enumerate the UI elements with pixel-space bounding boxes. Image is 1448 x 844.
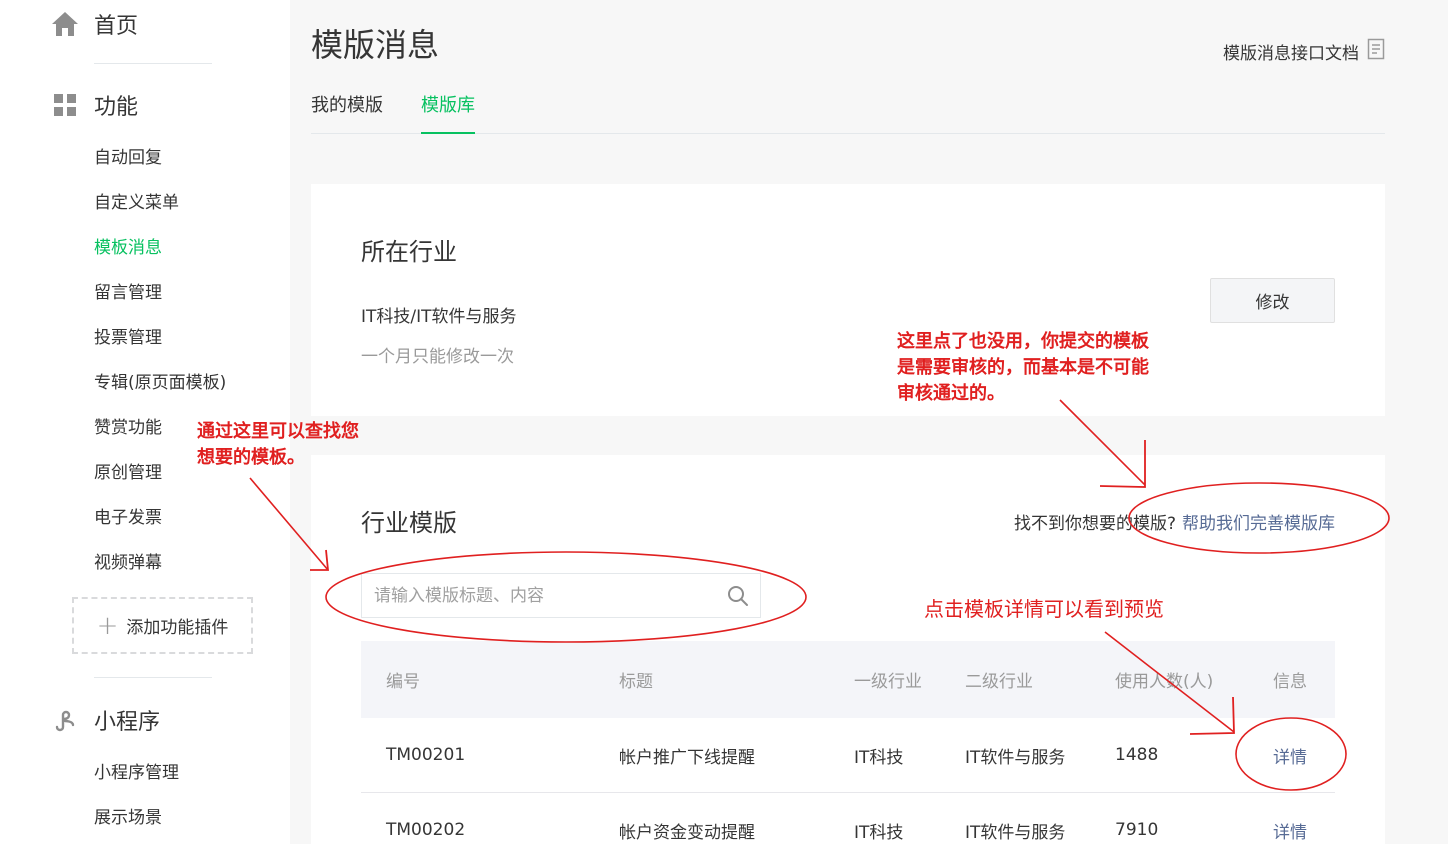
- column-header: 二级行业: [965, 672, 1033, 692]
- miniprogram-icon: [50, 705, 80, 735]
- api-doc-link[interactable]: 模版消息接口文档: [1223, 38, 1385, 65]
- search-input[interactable]: [362, 574, 712, 617]
- sidebar-item-miniprogram-manage[interactable]: 小程序管理: [94, 761, 179, 785]
- industry-heading: 所在行业: [361, 238, 457, 266]
- detail-link[interactable]: 详情: [1273, 718, 1307, 792]
- cell-title: 帐户推广下线提醒: [619, 747, 755, 768]
- sidebar-functions-label: 功能: [94, 95, 139, 120]
- page-title: 模版消息: [311, 26, 440, 64]
- annotation-line: 这里点了也没用，你提交的模板: [897, 331, 1149, 352]
- sidebar-item-album[interactable]: 专辑(原页面模板): [94, 371, 226, 395]
- add-plugin-button[interactable]: + 添加功能插件: [72, 597, 253, 654]
- cell-title: 帐户资金变动提醒: [619, 822, 755, 843]
- add-plugin-label: 添加功能插件: [126, 618, 229, 638]
- cell-id: TM00201: [386, 745, 466, 765]
- industry-templates-card: 行业模版 找不到你想要的模版? 帮助我们完善模版库 编号 标题 一级行业 二级行业…: [311, 455, 1385, 844]
- table-header: 编号 标题 一级行业 二级行业 使用人数(人) 信息: [361, 641, 1335, 718]
- sidebar-item-display-scene[interactable]: 展示场景: [94, 806, 162, 830]
- detail-link[interactable]: 详情: [1273, 793, 1307, 844]
- main-content: 模版消息 模版消息接口文档 我的模版 模版库 所在行业 IT科技/IT软件与服务…: [290, 0, 1448, 844]
- sidebar-miniprogram[interactable]: 小程序: [50, 702, 160, 738]
- search-box: [361, 573, 761, 618]
- tab-bar: 我的模版 模版库: [311, 92, 1385, 134]
- api-doc-link-label: 模版消息接口文档: [1223, 44, 1359, 64]
- annotation-modify-note: 这里点了也没用，你提交的模板 是需要审核的，而基本是不可能 审核通过的。: [897, 329, 1149, 407]
- sidebar-functions[interactable]: 功能: [50, 87, 138, 123]
- cell-users: 1488: [1115, 745, 1159, 765]
- column-header: 使用人数(人): [1115, 672, 1214, 692]
- sidebar-divider: [94, 63, 212, 64]
- sidebar-item-invoice[interactable]: 电子发票: [94, 506, 162, 530]
- annotation-detail-note: 点击模板详情可以看到预览: [924, 597, 1164, 621]
- table-row: TM00201 帐户推广下线提醒 IT科技 IT软件与服务 1488 详情: [361, 718, 1335, 793]
- annotation-line: 是需要审核的，而基本是不可能: [897, 357, 1149, 378]
- templates-heading: 行业模版: [361, 509, 457, 537]
- industry-value: IT科技/IT软件与服务: [361, 307, 517, 327]
- sidebar-home[interactable]: 首页: [50, 6, 138, 42]
- modify-button[interactable]: 修改: [1210, 278, 1335, 323]
- sidebar-item-votes[interactable]: 投票管理: [94, 326, 162, 350]
- help-question: 找不到你想要的模版?: [1013, 514, 1176, 534]
- sidebar-miniprogram-label: 小程序: [94, 710, 161, 735]
- table-row: TM00202 帐户资金变动提醒 IT科技 IT软件与服务 7910 详情: [361, 793, 1335, 844]
- sidebar-item-comments[interactable]: 留言管理: [94, 281, 162, 305]
- templates-table: 编号 标题 一级行业 二级行业 使用人数(人) 信息 TM00201 帐户推广下…: [361, 641, 1335, 844]
- sidebar-item-auto-reply[interactable]: 自动回复: [94, 146, 162, 170]
- help-text: 找不到你想要的模版? 帮助我们完善模版库: [1014, 509, 1335, 534]
- column-header: 信息: [1273, 672, 1307, 692]
- cell-industry1: IT科技: [854, 822, 904, 843]
- improve-library-link[interactable]: 帮助我们完善模版库: [1182, 514, 1335, 534]
- column-header: 标题: [619, 672, 653, 692]
- grid-icon: [50, 90, 80, 120]
- sidebar-item-original[interactable]: 原创管理: [94, 461, 162, 485]
- home-icon: [50, 9, 80, 39]
- cell-industry2: IT软件与服务: [965, 747, 1066, 768]
- industry-note: 一个月只能修改一次: [361, 347, 514, 367]
- sidebar-divider: [94, 677, 212, 678]
- sidebar-item-custom-menu[interactable]: 自定义菜单: [94, 191, 179, 215]
- tab-template-library[interactable]: 模版库: [421, 92, 475, 134]
- plus-icon: +: [96, 610, 119, 641]
- document-icon: [1367, 38, 1385, 65]
- cell-industry1: IT科技: [854, 747, 904, 768]
- annotation-line: 想要的模板。: [197, 447, 305, 468]
- tab-my-templates[interactable]: 我的模版: [311, 92, 383, 132]
- annotation-search-note: 通过这里可以查找您 想要的模板。: [197, 419, 359, 471]
- sidebar-item-danmaku[interactable]: 视频弹幕: [94, 551, 162, 575]
- sidebar-item-reward[interactable]: 赞赏功能: [94, 416, 162, 440]
- annotation-line: 审核通过的。: [897, 383, 1005, 404]
- search-icon[interactable]: [726, 584, 750, 612]
- annotation-line: 通过这里可以查找您: [197, 421, 359, 442]
- sidebar-home-label: 首页: [94, 14, 139, 39]
- cell-id: TM00202: [386, 820, 466, 840]
- column-header: 编号: [386, 672, 420, 692]
- sidebar-item-template-message[interactable]: 模板消息: [94, 236, 162, 260]
- column-header: 一级行业: [854, 672, 922, 692]
- cell-users: 7910: [1115, 820, 1159, 840]
- cell-industry2: IT软件与服务: [965, 822, 1066, 843]
- industry-card: 所在行业 IT科技/IT软件与服务 一个月只能修改一次 修改: [311, 184, 1385, 416]
